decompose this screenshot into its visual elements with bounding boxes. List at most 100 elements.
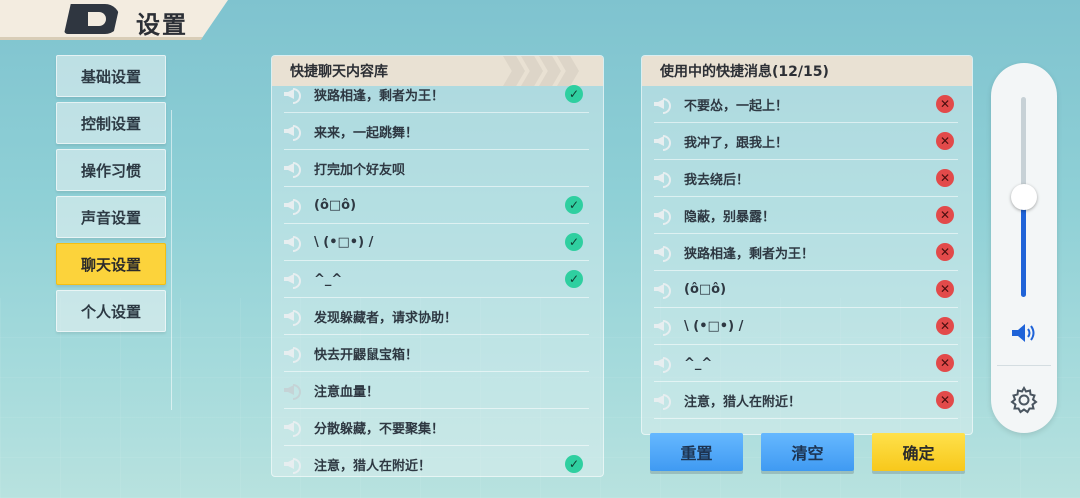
- message-text: \ (•□•) /: [684, 318, 744, 334]
- list-item[interactable]: 狭路相逢，剩者为王！ ✓: [284, 76, 589, 113]
- list-item[interactable]: \ (•□•) / ✕: [654, 308, 958, 345]
- list-item[interactable]: 注意，猎人在附近！ ✓: [284, 446, 589, 476]
- list-item[interactable]: 快去开鼹鼠宝箱！: [284, 335, 589, 372]
- message-text: (ô□ô): [314, 197, 357, 213]
- speaker-icon[interactable]: [1010, 322, 1038, 344]
- speaker-icon[interactable]: [654, 133, 672, 151]
- remove-icon[interactable]: ✕: [936, 280, 954, 298]
- speaker-icon[interactable]: [654, 207, 672, 225]
- remove-icon[interactable]: ✕: [936, 169, 954, 187]
- speaker-icon[interactable]: [284, 123, 302, 141]
- sidebar-item-sound[interactable]: 声音设置: [56, 196, 166, 238]
- message-text: \ (•□•) /: [314, 234, 374, 250]
- checkmark-icon[interactable]: ✓: [565, 270, 583, 288]
- checkmark-icon[interactable]: ✓: [565, 233, 583, 251]
- message-text: ^_^: [684, 355, 713, 371]
- back-logo-icon[interactable]: [64, 4, 120, 34]
- speaker-icon[interactable]: [284, 456, 302, 474]
- settings-sidebar: 基础设置 控制设置 操作习惯 声音设置 聊天设置 个人设置: [56, 55, 166, 337]
- sidebar-item-chat[interactable]: 聊天设置: [56, 243, 166, 285]
- message-text: 隐蔽，别暴露！: [684, 209, 776, 225]
- sidebar-item-personal[interactable]: 个人设置: [56, 290, 166, 332]
- panel-header: 使用中的快捷消息(12/15): [642, 56, 972, 86]
- message-text: 注意，猎人在附近！: [314, 458, 432, 474]
- message-text: 来来，一起跳舞！: [314, 125, 419, 141]
- speaker-icon[interactable]: [284, 86, 302, 104]
- checkmark-icon[interactable]: ✓: [565, 85, 583, 103]
- list-item[interactable]: 不要怂，一起上！ ✕: [654, 86, 958, 123]
- remove-icon[interactable]: ✕: [936, 95, 954, 113]
- volume-divider: [997, 365, 1051, 366]
- message-text: 我去绕后！: [684, 172, 750, 188]
- message-text: 打完加个好友呗: [314, 162, 406, 178]
- list-item[interactable]: 狭路相逢，剩者为王！ ✕: [654, 234, 958, 271]
- list-item[interactable]: 隐蔽，别暴露！ ✕: [654, 197, 958, 234]
- message-text: (ô□ô): [684, 281, 727, 297]
- remove-icon[interactable]: ✕: [936, 132, 954, 150]
- list-item[interactable]: ^_^ ✕: [654, 345, 958, 382]
- list-item[interactable]: \ (•□•) / ✓: [284, 224, 589, 261]
- library-list[interactable]: 狭路相逢，剩者为王！ ✓ 来来，一起跳舞！ 打完加个好友呗 (ô□ô) ✓ \ (•□•) …: [272, 76, 603, 476]
- list-item[interactable]: 我去绕后！ ✕: [654, 160, 958, 197]
- message-text: 狭路相逢，剩者为王！: [314, 88, 445, 104]
- chat-library-panel: 快捷聊天内容库 狭路相逢，剩者为王！ ✓ 来来，一起跳舞！ 打完加个好友呗 (ô□ô) ✓…: [271, 55, 604, 477]
- confirm-button[interactable]: 确定: [872, 433, 965, 471]
- message-text: 不要怂，一起上！: [684, 98, 789, 114]
- volume-knob[interactable]: [1011, 184, 1037, 210]
- speaker-icon[interactable]: [284, 271, 302, 289]
- speaker-icon[interactable]: [284, 197, 302, 215]
- speaker-icon[interactable]: [654, 281, 672, 299]
- speaker-icon[interactable]: [654, 355, 672, 373]
- list-item[interactable]: (ô□ô) ✕: [654, 271, 958, 308]
- message-text: 注意血量！: [314, 384, 380, 400]
- list-item[interactable]: 我冲了，跟我上！ ✕: [654, 123, 958, 160]
- message-text: 狭路相逢，剩者为王！: [684, 246, 815, 262]
- sidebar-divider: [171, 110, 172, 410]
- remove-icon[interactable]: ✕: [936, 391, 954, 409]
- speaker-icon[interactable]: [654, 392, 672, 410]
- gear-icon[interactable]: [1009, 385, 1039, 415]
- checkmark-icon[interactable]: ✓: [565, 455, 583, 473]
- clear-button[interactable]: 清空: [761, 433, 854, 471]
- in-use-messages-panel: 使用中的快捷消息(12/15) 不要怂，一起上！ ✕ 我冲了，跟我上！ ✕ 我去绕后！ ✕…: [641, 55, 973, 435]
- message-text: 发现躲藏者，请求协助！: [314, 310, 458, 326]
- remove-icon[interactable]: ✕: [936, 243, 954, 261]
- speaker-icon[interactable]: [284, 308, 302, 326]
- message-text: 分散躲藏，不要聚集！: [314, 421, 445, 437]
- message-text: 我冲了，跟我上！: [684, 135, 789, 151]
- remove-icon[interactable]: ✕: [936, 206, 954, 224]
- sidebar-item-basic[interactable]: 基础设置: [56, 55, 166, 97]
- list-item[interactable]: 打完加个好友呗: [284, 150, 589, 187]
- message-text: 注意，猎人在附近！: [684, 394, 802, 410]
- list-item[interactable]: (ô□ô) ✓: [284, 187, 589, 224]
- list-item[interactable]: 来来，一起跳舞！: [284, 113, 589, 150]
- remove-icon[interactable]: ✕: [936, 354, 954, 372]
- message-text: ^_^: [314, 271, 343, 287]
- volume-panel: [991, 63, 1057, 433]
- speaker-icon[interactable]: [654, 244, 672, 262]
- speaker-icon[interactable]: [654, 96, 672, 114]
- volume-fill: [1021, 197, 1026, 297]
- in-use-list[interactable]: 不要怂，一起上！ ✕ 我冲了，跟我上！ ✕ 我去绕后！ ✕ 隐蔽，别暴露！ ✕ 狭路相逢，剩者为…: [642, 86, 972, 434]
- sidebar-item-habits[interactable]: 操作习惯: [56, 149, 166, 191]
- speaker-icon[interactable]: [284, 382, 302, 400]
- speaker-icon[interactable]: [284, 234, 302, 252]
- speaker-icon[interactable]: [284, 160, 302, 178]
- speaker-icon[interactable]: [284, 345, 302, 363]
- list-item[interactable]: 发现躲藏者，请求协助！: [284, 298, 589, 335]
- speaker-icon[interactable]: [654, 318, 672, 336]
- list-item[interactable]: ^_^ ✓: [284, 261, 589, 298]
- sidebar-item-control[interactable]: 控制设置: [56, 102, 166, 144]
- message-text: 快去开鼹鼠宝箱！: [314, 347, 419, 363]
- title-bar: 设置: [0, 0, 228, 40]
- panel-title: 使用中的快捷消息(12/15): [660, 64, 829, 80]
- speaker-icon[interactable]: [284, 419, 302, 437]
- checkmark-icon[interactable]: ✓: [565, 196, 583, 214]
- list-item[interactable]: 注意，猎人在附近！ ✕: [654, 382, 958, 419]
- list-item[interactable]: 注意血量！: [284, 372, 589, 409]
- remove-icon[interactable]: ✕: [936, 317, 954, 335]
- reset-button[interactable]: 重置: [650, 433, 743, 471]
- speaker-icon[interactable]: [654, 170, 672, 188]
- list-item[interactable]: 分散躲藏，不要聚集！: [284, 409, 589, 446]
- page-title: 设置: [136, 11, 188, 39]
